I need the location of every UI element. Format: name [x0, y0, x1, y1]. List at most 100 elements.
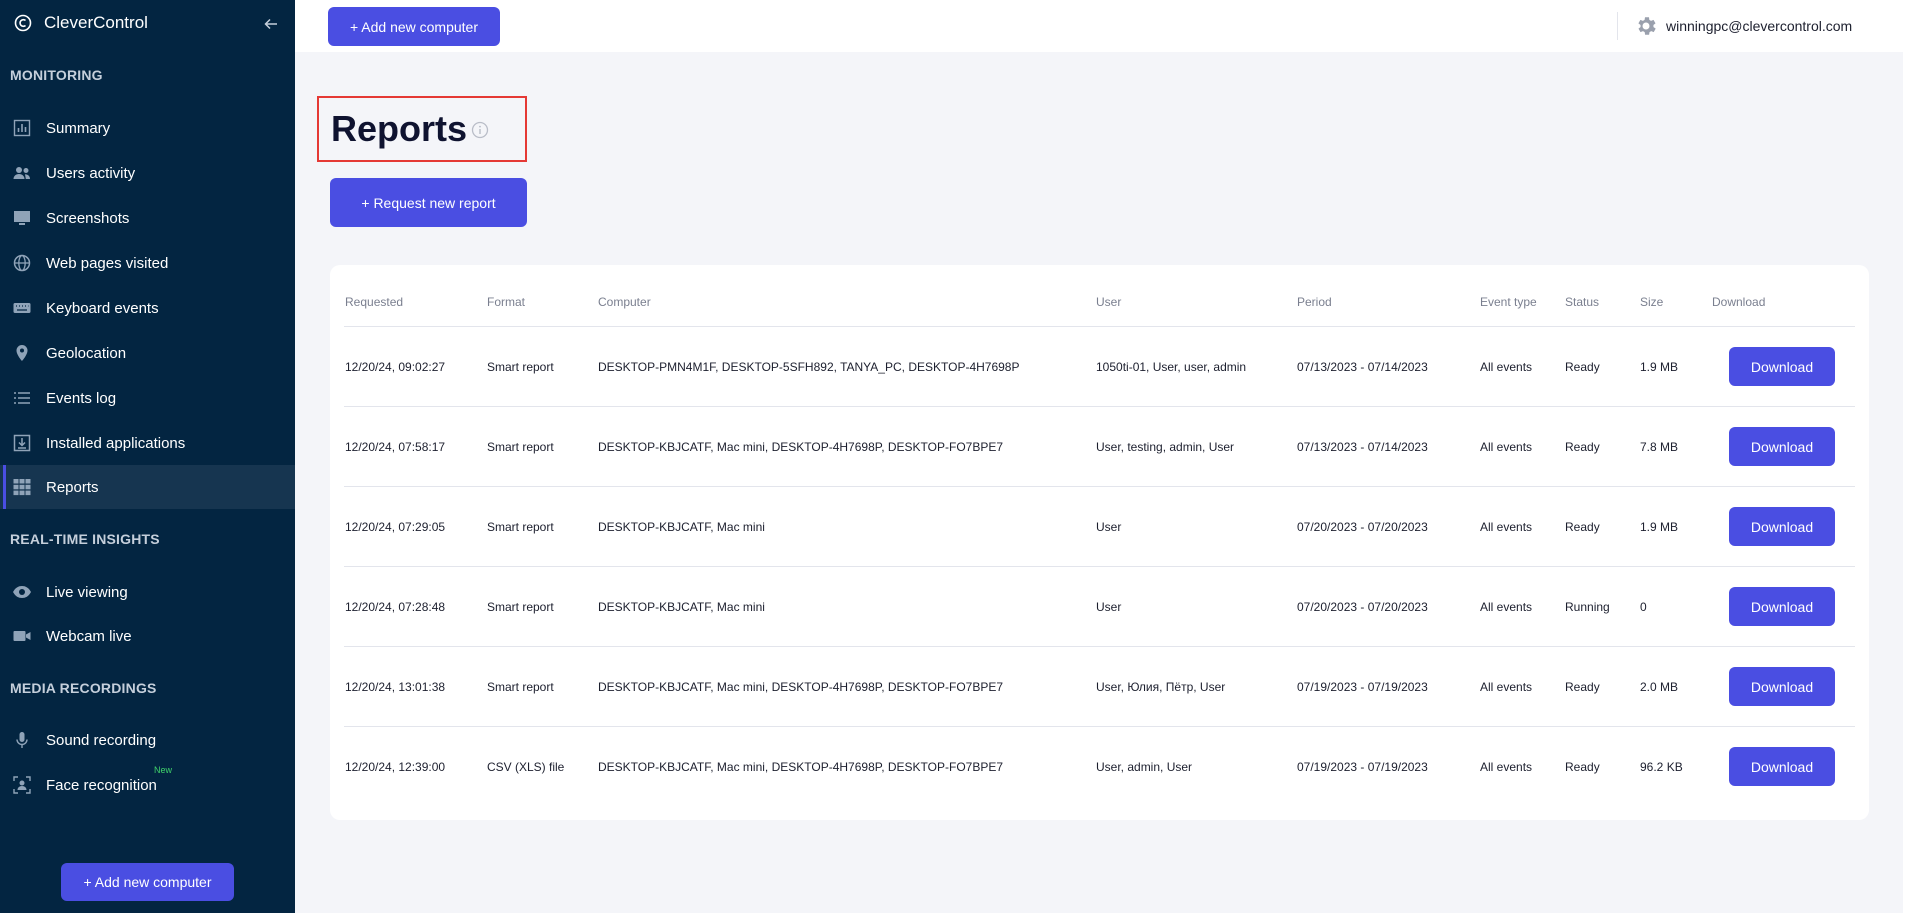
cell-event-type: All events: [1480, 600, 1533, 614]
cell-user: User, testing, admin, User: [1096, 440, 1235, 454]
cell-user: User, Юлия, Пётр, User: [1096, 680, 1226, 694]
cell-computer: DESKTOP-KBJCATF, Mac mini, DESKTOP-4H769…: [598, 760, 1004, 774]
sidebar-item-label: Installed applications: [46, 434, 186, 452]
cell-size: 1.9 MB: [1640, 520, 1679, 534]
column-header-status[interactable]: Status: [1565, 295, 1599, 309]
download-button[interactable]: Download: [1729, 347, 1835, 386]
cell-requested: 12/20/24, 07:58:17: [345, 440, 446, 454]
arrow-left-icon: [264, 18, 277, 30]
table-row: 12/20/24, 12:39:00 CSV (XLS) file DESKTO…: [344, 726, 1855, 806]
cell-computer: DESKTOP-KBJCATF, Mac mini: [598, 520, 765, 534]
cell-format: Smart report: [487, 360, 554, 374]
cell-status: Ready: [1565, 520, 1600, 534]
sidebar-item-installed-applications[interactable]: Installed applications: [0, 421, 295, 465]
column-header-requested[interactable]: Requested: [345, 295, 403, 309]
cell-period: 07/20/2023 - 07/20/2023: [1297, 520, 1428, 534]
sidebar-item-geolocation[interactable]: Geolocation: [0, 331, 295, 375]
bar-chart-icon: [12, 118, 32, 138]
cell-user: User: [1096, 520, 1122, 534]
table-row: 12/20/24, 07:29:05 Smart report DESKTOP-…: [344, 486, 1855, 566]
cell-size: 7.8 MB: [1640, 440, 1679, 454]
cell-size: 96.2 KB: [1640, 760, 1683, 774]
sidebar-item-label: Keyboard events: [46, 299, 159, 317]
section-title-media: MEDIA RECORDINGS: [10, 680, 157, 696]
cell-requested: 12/20/24, 12:39:00: [345, 760, 446, 774]
sidebar-item-reports[interactable]: Reports: [0, 465, 295, 509]
sidebar-item-label: Face recognition: [46, 776, 157, 794]
section-title-realtime: REAL-TIME INSIGHTS: [10, 531, 160, 547]
column-header-user[interactable]: User: [1096, 295, 1121, 309]
download-button[interactable]: Download: [1729, 667, 1835, 706]
grid-icon: [12, 477, 32, 497]
sidebar-item-face-recognition[interactable]: Face recognition New: [0, 763, 295, 807]
table-row: 12/20/24, 13:01:38 Smart report DESKTOP-…: [344, 646, 1855, 726]
cell-user: User, admin, User: [1096, 760, 1193, 774]
download-button[interactable]: Download: [1729, 507, 1835, 546]
download-button[interactable]: Download: [1729, 427, 1835, 466]
gear-icon: [1638, 17, 1656, 35]
new-badge: New: [154, 765, 173, 775]
page-title: Reports: [331, 108, 468, 149]
cell-period: 07/19/2023 - 07/19/2023: [1297, 680, 1428, 694]
sidebar-item-users-activity[interactable]: Users activity: [0, 151, 295, 195]
download-button[interactable]: Download: [1729, 747, 1835, 786]
request-new-report-button[interactable]: + Request new report: [330, 178, 527, 227]
sidebar-item-screenshots[interactable]: Screenshots: [0, 196, 295, 240]
scrollbar[interactable]: [1903, 0, 1922, 913]
map-pin-icon: [12, 343, 32, 363]
page-title-highlight: Reports: [317, 96, 527, 162]
sidebar-add-new-computer-button[interactable]: + Add new computer: [61, 863, 234, 901]
add-new-computer-button[interactable]: + Add new computer: [328, 7, 500, 46]
video-camera-icon: [12, 626, 32, 646]
cell-user: User: [1096, 600, 1122, 614]
cell-requested: 12/20/24, 07:29:05: [345, 520, 446, 534]
sidebar: CleverControl MONITORING Summary Users a…: [0, 0, 295, 913]
sidebar-item-label: Events log: [46, 389, 117, 407]
sidebar-item-label: Live viewing: [46, 583, 128, 601]
cell-event-type: All events: [1480, 680, 1533, 694]
column-header-format[interactable]: Format: [487, 295, 525, 309]
cell-status: Running: [1565, 600, 1610, 614]
cell-requested: 12/20/24, 09:02:27: [345, 360, 446, 374]
brand[interactable]: CleverControl: [14, 12, 148, 34]
cell-period: 07/13/2023 - 07/14/2023: [1297, 440, 1428, 454]
sidebar-item-keyboard-events[interactable]: Keyboard events: [0, 286, 295, 330]
cell-period: 07/20/2023 - 07/20/2023: [1297, 600, 1428, 614]
download-box-icon: [12, 433, 32, 453]
cell-format: Smart report: [487, 680, 554, 694]
sidebar-item-label: Users activity: [46, 164, 136, 182]
topbar: + Add new computer winningpc@clevercontr…: [295, 0, 1903, 52]
cell-period: 07/19/2023 - 07/19/2023: [1297, 760, 1428, 774]
sidebar-item-events-log[interactable]: Events log: [0, 376, 295, 420]
cell-format: CSV (XLS) file: [487, 760, 565, 774]
sidebar-item-live-viewing[interactable]: Live viewing: [0, 570, 295, 614]
account-menu[interactable]: winningpc@clevercontrol.com: [1634, 14, 1852, 38]
topbar-divider: [1617, 12, 1618, 40]
sidebar-item-web-pages-visited[interactable]: Web pages visited: [0, 241, 295, 285]
column-header-download: Download: [1712, 295, 1766, 309]
sidebar-item-label: Sound recording: [46, 731, 157, 749]
info-icon[interactable]: [471, 121, 489, 139]
sidebar-item-label: Reports: [46, 478, 99, 496]
section-title-monitoring: MONITORING: [10, 67, 103, 83]
sidebar-item-label: Screenshots: [46, 209, 130, 227]
cell-event-type: All events: [1480, 520, 1533, 534]
column-header-event-type[interactable]: Event type: [1480, 295, 1537, 309]
cell-computer: DESKTOP-KBJCATF, Mac mini, DESKTOP-4H769…: [598, 440, 1004, 454]
account-email: winningpc@clevercontrol.com: [1666, 18, 1853, 34]
sidebar-item-webcam-live[interactable]: Webcam live: [0, 614, 295, 658]
cell-format: Smart report: [487, 600, 554, 614]
column-header-computer[interactable]: Computer: [598, 295, 651, 309]
cell-event-type: All events: [1480, 360, 1533, 374]
collapse-sidebar-button[interactable]: [259, 12, 283, 36]
download-button[interactable]: Download: [1729, 587, 1835, 626]
monitor-icon: [12, 208, 32, 228]
users-icon: [12, 163, 32, 183]
column-header-period[interactable]: Period: [1297, 295, 1332, 309]
cell-computer: DESKTOP-KBJCATF, Mac mini, DESKTOP-4H769…: [598, 680, 1004, 694]
column-header-size[interactable]: Size: [1640, 295, 1663, 309]
sidebar-item-sound-recording[interactable]: Sound recording: [0, 718, 295, 762]
sidebar-item-summary[interactable]: Summary: [0, 106, 295, 150]
cell-size: 1.9 MB: [1640, 360, 1679, 374]
globe-icon: [12, 253, 32, 273]
